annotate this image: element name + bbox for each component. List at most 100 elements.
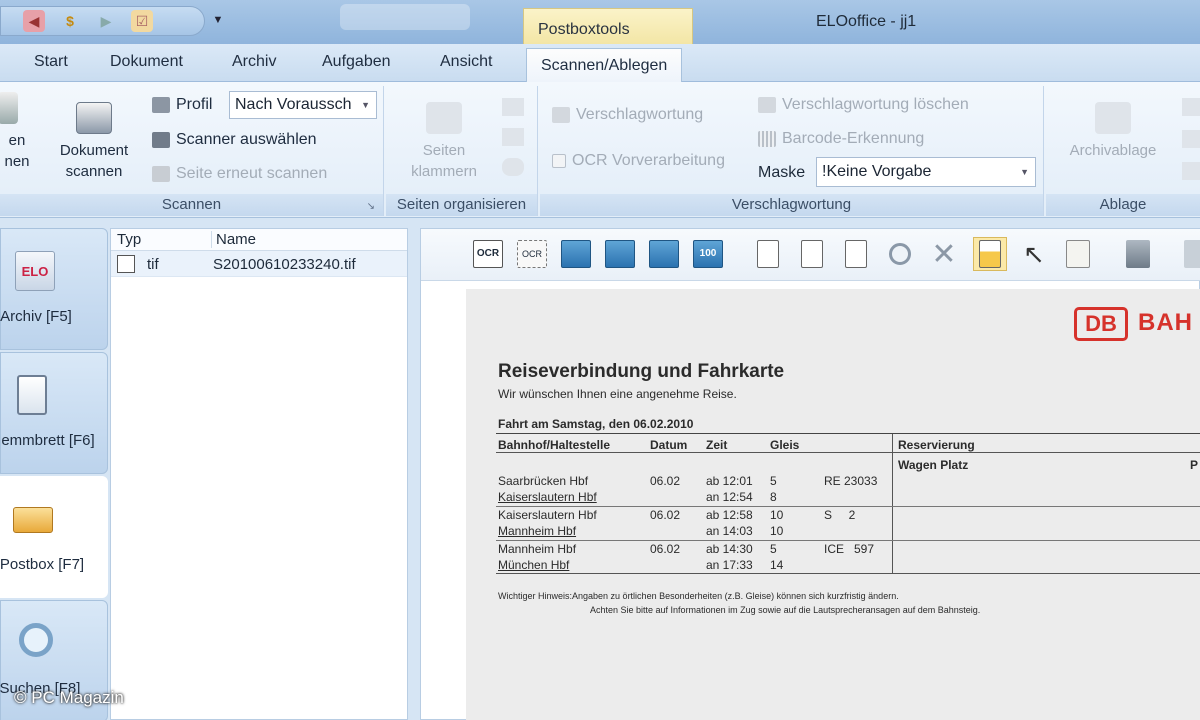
dialog-launcher-icon[interactable]: ↘ xyxy=(367,201,375,212)
ocr-area-icon[interactable]: OCR xyxy=(515,237,549,271)
page-delete-icon[interactable] xyxy=(502,158,524,176)
dokument-scannen-button[interactable]: Dokument scannen xyxy=(46,102,142,182)
more-icon[interactable] xyxy=(1177,237,1200,271)
seite-erneut-label: Seite erneut scannen xyxy=(176,165,328,182)
header-datum: Datum xyxy=(650,438,688,452)
magnify-icon[interactable] xyxy=(883,237,917,271)
qat-customize-icon[interactable]: ▼ xyxy=(212,14,224,30)
verschlagwortung-label: Verschlagwortung xyxy=(576,106,704,123)
table-line xyxy=(496,573,1200,574)
leg-train: ICE 597 xyxy=(824,542,875,556)
leg-from: Mannheim Hbf xyxy=(498,542,577,556)
profil-label: Profil xyxy=(176,96,213,113)
leg-datum: 06.02 xyxy=(650,542,681,556)
background-window-tab xyxy=(340,4,470,30)
verschlagwortung-button[interactable]: Verschlagwortung xyxy=(552,106,703,124)
travel-date: Fahrt am Samstag, den 06.02.2010 xyxy=(498,417,694,431)
ocr-area-label: OCR xyxy=(517,240,547,268)
leg-datum: 06.02 xyxy=(650,474,681,488)
barcode-erkennung-button[interactable]: Barcode-Erkennung xyxy=(758,130,924,148)
scanner-icon xyxy=(0,92,18,124)
ribbon-tab-row: Start Dokument Archiv Aufgaben Ansicht S… xyxy=(0,44,1200,83)
dollar-icon[interactable]: $ xyxy=(59,10,81,32)
clipboard-icon xyxy=(17,375,47,415)
verschlagwortung-loeschen-label: Verschlagwortung löschen xyxy=(782,96,969,113)
tab-dokument[interactable]: Dokument xyxy=(110,53,183,71)
leg-dep: ab 12:58 xyxy=(706,508,753,522)
note-icon[interactable] xyxy=(1061,237,1095,271)
archivablage-label: Archivablage xyxy=(1069,142,1157,159)
stamp-icon[interactable] xyxy=(1121,237,1155,271)
scanner-auswaehlen-label: Scanner auswählen xyxy=(176,131,317,148)
tab-ansicht[interactable]: Ansicht xyxy=(440,53,492,71)
seiten-klammern-button[interactable]: Seiten klammern xyxy=(394,102,494,182)
ablage-option-icon[interactable] xyxy=(1182,130,1200,148)
leg-to: München Hbf xyxy=(498,558,570,572)
dokument-scannen-label-2: scannen xyxy=(65,163,123,180)
file-row[interactable]: tif S20100610233240.tif xyxy=(111,251,407,277)
page-move-icon[interactable] xyxy=(839,237,873,271)
fit-page-icon[interactable] xyxy=(603,237,637,271)
page-sort-icon[interactable] xyxy=(502,128,524,146)
tif-file-icon xyxy=(117,255,135,273)
itinerary-table: Bahnhof/Haltestelle Datum Zeit Gleis Res… xyxy=(496,433,1200,574)
file-name: S20100610233240.tif xyxy=(213,256,356,273)
profil-select[interactable]: Nach Voraussch ▼ xyxy=(229,91,377,119)
leg-gleis-dep: 10 xyxy=(770,508,784,522)
column-header-typ[interactable]: Typ xyxy=(117,231,141,248)
nav-item-postbox[interactable]: Postbox [F7] xyxy=(0,476,108,598)
tab-scannen-ablegen[interactable]: Scannen/Ablegen xyxy=(526,48,683,83)
scanner-auswaehlen-button[interactable]: Scanner auswählen xyxy=(152,131,317,149)
page-split-icon[interactable] xyxy=(502,98,524,116)
forward-icon[interactable]: ▶ xyxy=(95,10,117,32)
group-scannen: en nen Dokument scannen Profil Nach Vora… xyxy=(0,86,384,216)
context-tab-postboxtools: Postboxtools xyxy=(523,8,693,44)
delete-icon[interactable]: ✕ xyxy=(927,237,961,271)
header-station: Bahnhof/Haltestelle xyxy=(498,438,611,452)
ocr-vorverarbeitung-checkbox[interactable]: OCR Vorverarbeitung xyxy=(552,152,725,170)
seiten-klammern-label-1: Seiten xyxy=(422,142,466,159)
header-wagen-platz: Wagen Platz xyxy=(898,458,969,472)
tag-delete-icon xyxy=(758,97,776,113)
profil-label-button[interactable]: Profil xyxy=(152,96,212,114)
group-label-seiten: Seiten organisieren xyxy=(386,194,537,216)
magnifier-icon xyxy=(19,623,53,657)
nav-item-klemmbrett[interactable]: emmbrett [F6] xyxy=(0,352,108,474)
profil-value: Nach Voraussch xyxy=(235,96,352,113)
tab-aufgaben[interactable]: Aufgaben xyxy=(322,53,391,71)
nav-item-archiv[interactable]: ELO Archiv [F5] xyxy=(0,228,108,350)
chevron-down-icon: ▼ xyxy=(1020,167,1029,177)
tab-archiv[interactable]: Archiv xyxy=(232,53,276,71)
header-gleis: Gleis xyxy=(770,438,800,452)
scan-button-label-1: en xyxy=(8,132,26,149)
leg-train: RE 23033 xyxy=(824,474,878,488)
maske-select[interactable]: !Keine Vorgabe ▼ xyxy=(816,157,1036,187)
highlight-icon[interactable] xyxy=(973,237,1007,271)
ablage-option-icon[interactable] xyxy=(1182,162,1200,180)
ocr-vorverarbeitung-label: OCR Vorverarbeitung xyxy=(572,152,725,169)
ocr-icon[interactable]: OCR xyxy=(471,237,505,271)
checklist-icon[interactable]: ☑ xyxy=(131,10,153,32)
watermark: © PC Magazin xyxy=(14,688,124,707)
table-line xyxy=(496,452,1200,453)
rescan-icon xyxy=(152,166,170,182)
seite-erneut-scannen-button[interactable]: Seite erneut scannen xyxy=(152,165,327,183)
verschlagwortung-loeschen-button[interactable]: Verschlagwortung löschen xyxy=(758,96,969,114)
ablage-option-icon[interactable] xyxy=(1182,98,1200,116)
leg-to: Mannheim Hbf xyxy=(498,524,577,538)
scan-button-partial[interactable]: en nen xyxy=(0,92,36,172)
window-title: ELOoffice - jj1 xyxy=(816,13,917,30)
fit-width-icon[interactable] xyxy=(559,237,593,271)
elo-archive-icon: ELO xyxy=(15,251,55,291)
full-view-icon[interactable] xyxy=(647,237,681,271)
archivablage-button[interactable]: Archivablage xyxy=(1060,102,1166,161)
dokument-scannen-label-1: Dokument xyxy=(59,142,129,159)
pointer-icon[interactable]: ↖ xyxy=(1017,237,1051,271)
page-copy-icon[interactable] xyxy=(751,237,785,271)
back-icon[interactable]: ◀ xyxy=(23,10,45,32)
column-header-name[interactable]: Name xyxy=(211,231,256,248)
page-rotate-icon[interactable] xyxy=(795,237,829,271)
zoom-100-icon[interactable]: 100 xyxy=(691,237,725,271)
tab-start[interactable]: Start xyxy=(34,53,68,71)
group-ablage: Archivablage Ablage xyxy=(1046,86,1200,216)
